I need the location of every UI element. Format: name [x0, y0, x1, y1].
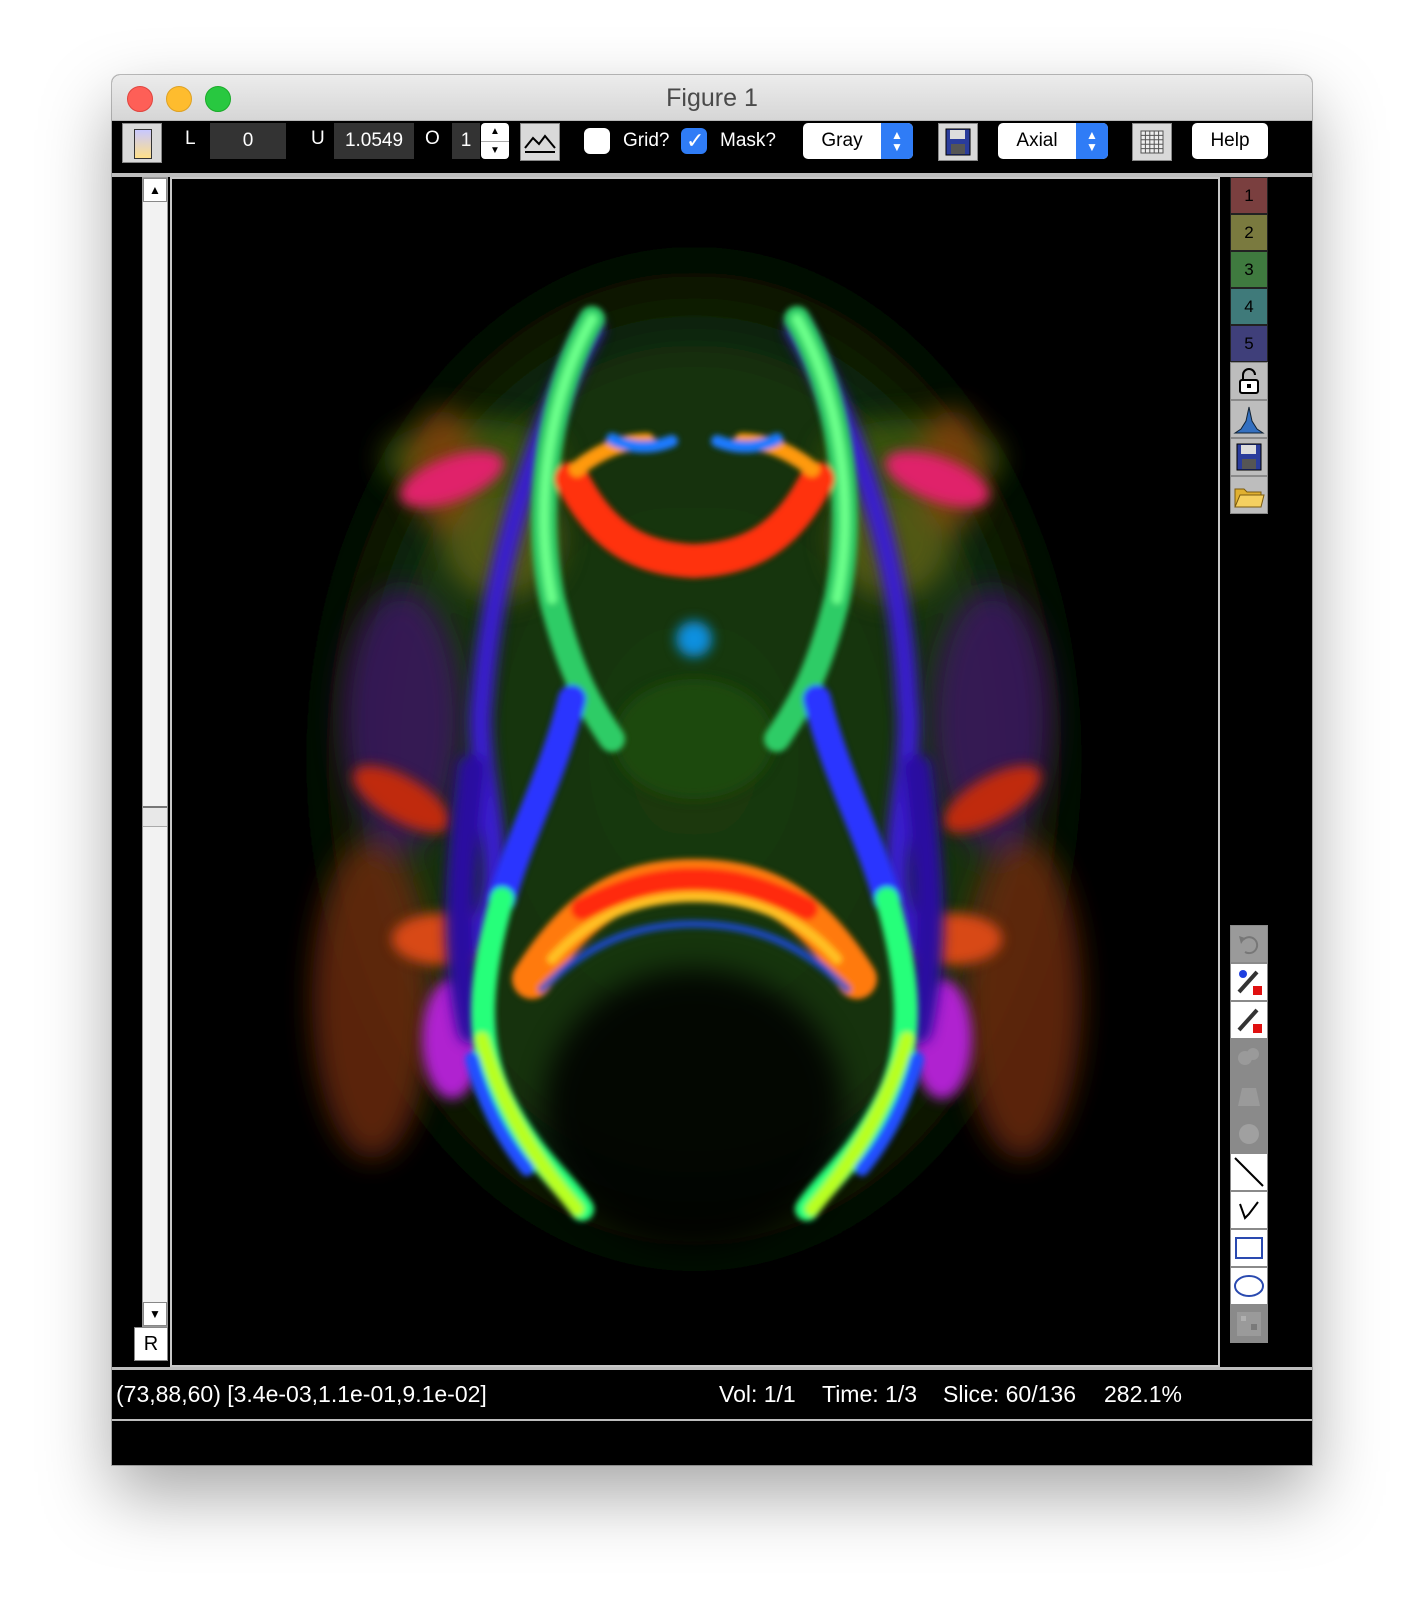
colorbar-icon — [134, 129, 152, 159]
floppy-disk-icon — [945, 128, 971, 156]
upper-limit-field[interactable]: 1.0549 — [334, 123, 414, 159]
toolbar: L 0 U 1.0549 O 1 ▲ ▼ Grid? Mask? Gray ▲▼ — [112, 121, 1312, 173]
cursor-readout: (73,88,60) [3.4e-03,1.1e-01,9.1e-02] — [116, 1381, 487, 1407]
stepper-up-icon[interactable]: ▲ — [481, 123, 509, 142]
bucket-icon — [1238, 1088, 1260, 1106]
window-bottom-border — [112, 1419, 1312, 1465]
colormap-select[interactable]: Gray ▲ ▼ — [803, 123, 913, 159]
opacity-label: O — [425, 128, 440, 149]
save-image-button[interactable] — [938, 123, 978, 161]
scroll-down-arrow-icon[interactable]: ▼ — [143, 1302, 167, 1326]
roi-button-2[interactable]: 2 — [1230, 214, 1268, 251]
line-tool-button[interactable] — [1230, 1153, 1268, 1191]
region-grow-button[interactable] — [1230, 1039, 1268, 1077]
undo-icon — [1239, 936, 1259, 955]
grid-checkbox[interactable] — [584, 128, 610, 154]
lower-limit-label: L — [185, 128, 196, 149]
freehand-tool-button[interactable] — [1230, 1191, 1268, 1229]
rectangle-tool-button[interactable] — [1230, 1229, 1268, 1267]
slice-readout: Slice: 60/136 — [943, 1381, 1076, 1407]
help-button[interactable]: Help — [1192, 123, 1268, 159]
opacity-field[interactable]: 1 — [452, 123, 480, 159]
image-canvas[interactable] — [170, 177, 1220, 1367]
blur-button[interactable] — [1230, 1115, 1268, 1153]
texture-tool-button[interactable] — [1230, 1305, 1268, 1343]
freehand-icon — [1239, 1201, 1259, 1220]
folder-icon — [1234, 488, 1265, 508]
open-roi-button[interactable] — [1230, 476, 1268, 514]
lower-limit-field[interactable]: 0 — [210, 123, 286, 159]
select-arrows-icon: ▲ ▼ — [1076, 123, 1108, 159]
rectangle-icon — [1235, 1237, 1263, 1259]
fill-button[interactable] — [1230, 1077, 1268, 1115]
histogram-button[interactable] — [520, 123, 560, 161]
mountain-icon — [524, 134, 556, 153]
paint-add-button[interactable] — [1230, 963, 1268, 1001]
line-icon — [1234, 1157, 1264, 1187]
lock-button[interactable] — [1230, 362, 1268, 400]
grid-label: Grid? — [623, 130, 670, 151]
title-bar[interactable]: Figure 1 — [112, 75, 1312, 121]
paintbrush-icon — [1237, 1008, 1262, 1033]
montage-grid-button[interactable] — [1132, 123, 1172, 161]
zoom-readout: 282.1% — [1104, 1381, 1183, 1407]
dti-color-fa-brain-slice[interactable] — [172, 179, 1218, 1365]
colormap-select-value: Gray — [821, 130, 863, 151]
view-select[interactable]: Axial ▲ ▼ — [998, 123, 1108, 159]
draw-tools-panel — [1230, 925, 1268, 1343]
scroll-up-arrow-icon[interactable]: ▲ — [143, 178, 167, 202]
scrollbar-thumb[interactable] — [143, 806, 167, 828]
histogram-icon — [1233, 406, 1265, 434]
upper-limit-label: U — [311, 128, 325, 149]
undo-button[interactable] — [1230, 925, 1268, 963]
paintbrush-add-icon — [1237, 970, 1262, 995]
save-roi-button[interactable] — [1230, 438, 1268, 476]
mask-checkbox[interactable] — [681, 128, 707, 154]
time-readout: Time: 1/3 — [822, 1381, 918, 1407]
histogram-tool-button[interactable] — [1230, 400, 1268, 438]
mask-label: Mask? — [720, 130, 776, 151]
blur-icon — [1239, 1124, 1259, 1144]
figure-window: Figure 1 L 0 U 1.0549 O 1 ▲ ▼ Grid? Mask… — [112, 75, 1312, 1465]
roi-button-1[interactable]: 1 — [1230, 177, 1268, 214]
roi-button-3[interactable]: 3 — [1230, 251, 1268, 288]
window-title: Figure 1 — [666, 84, 758, 112]
view-select-value: Axial — [1016, 130, 1058, 151]
noise-icon — [1237, 1312, 1261, 1336]
ellipse-icon — [1234, 1275, 1264, 1297]
status-bar: (73,88,60) [3.4e-03,1.1e-01,9.1e-02] Vol… — [112, 1367, 1312, 1422]
stepper-down-icon[interactable]: ▼ — [481, 142, 509, 159]
paint-erase-button[interactable] — [1230, 1001, 1268, 1039]
roi-panel: 1 2 3 4 5 — [1230, 177, 1268, 514]
region-grow-icon — [1238, 1048, 1259, 1065]
opacity-stepper[interactable]: ▲ ▼ — [481, 123, 509, 159]
grid-icon — [1140, 130, 1164, 154]
roi-button-5[interactable]: 5 — [1230, 325, 1268, 362]
slice-scrollbar[interactable]: ▲ ▼ — [142, 177, 168, 1327]
orientation-button[interactable]: R — [134, 1327, 168, 1361]
floppy-disk-icon — [1236, 443, 1262, 471]
roi-button-4[interactable]: 4 — [1230, 288, 1268, 325]
ellipse-tool-button[interactable] — [1230, 1267, 1268, 1305]
lock-icon — [1239, 368, 1259, 394]
colormap-icon-button[interactable] — [122, 123, 162, 163]
select-arrows-icon: ▲ ▼ — [881, 123, 913, 159]
volume-readout: Vol: 1/1 — [719, 1381, 796, 1407]
